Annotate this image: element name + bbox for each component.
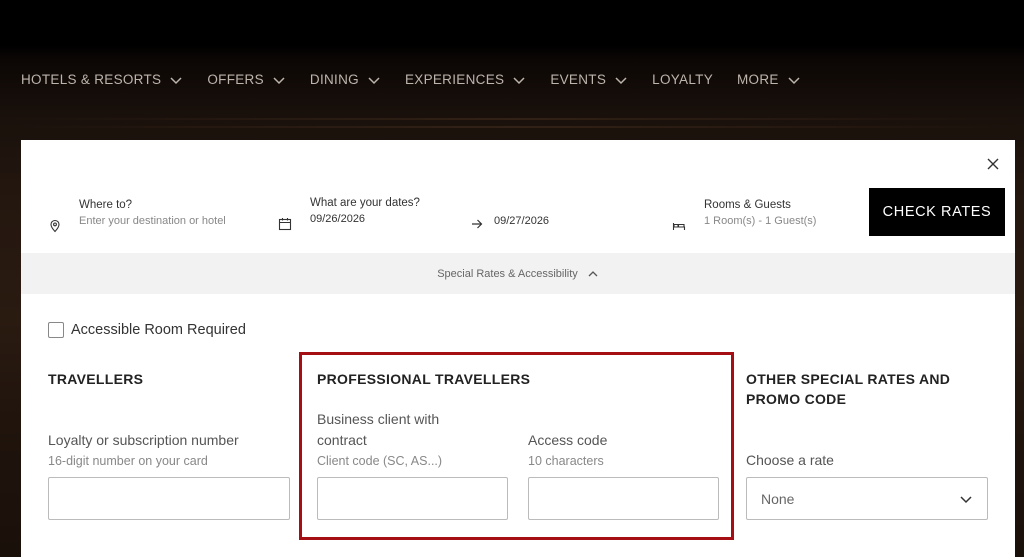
nav-item-label: MORE	[737, 72, 779, 87]
other-rates-title-line1: OTHER SPECIAL RATES AND	[746, 371, 951, 387]
chevron-down-icon	[615, 76, 627, 84]
choose-rate-label: Choose a rate	[746, 452, 834, 468]
close-icon	[987, 158, 999, 170]
nav-item-loyalty[interactable]: LOYALTY	[652, 72, 713, 87]
chevron-down-icon	[788, 76, 800, 84]
travellers-title: TRAVELLERS	[48, 371, 144, 387]
chevron-down-icon	[513, 76, 525, 84]
client-label-line2: contract	[317, 432, 367, 448]
nav-item-label: OFFERS	[207, 72, 264, 87]
special-rates-label: Special Rates & Accessibility	[437, 267, 578, 280]
close-button[interactable]	[981, 152, 1005, 176]
other-rates-title-line2: PROMO CODE	[746, 391, 847, 407]
search-bar: Where to? Enter your destination or hote…	[21, 185, 1015, 251]
arrow-right-icon	[472, 219, 483, 229]
nav-item-label: EXPERIENCES	[404, 72, 505, 87]
dates-field[interactable]: What are your dates? 09/26/2026 09/27/20…	[278, 197, 598, 231]
professional-travellers-title: PROFESSIONAL TRAVELLERS	[317, 371, 531, 387]
rate-select[interactable]: None	[746, 477, 988, 520]
loyalty-number-input[interactable]	[48, 477, 290, 520]
nav-item-label: HOTELS & RESORTS	[21, 72, 162, 87]
bed-icon	[672, 223, 686, 230]
client-label-line1: Business client with	[317, 411, 440, 427]
rate-select-value: None	[761, 490, 795, 507]
destination-label: Where to?	[79, 199, 133, 211]
chevron-down-icon	[368, 76, 380, 84]
rooms-guests-label: Rooms & Guests	[704, 199, 791, 211]
nav-item-experiences[interactable]: EXPERIENCES	[405, 72, 526, 87]
nav-item-label: DINING	[309, 72, 359, 87]
access-code-label: Access code	[528, 432, 608, 448]
calendar-icon	[278, 218, 292, 231]
access-code-hint: 10 characters	[528, 454, 604, 468]
loyalty-label: Loyalty or subscription number	[48, 432, 239, 448]
check-rates-button[interactable]: CHECK RATES	[869, 188, 1005, 236]
nav-item-events[interactable]: EVENTS	[550, 72, 628, 87]
booking-modal: Where to? Enter your destination or hote…	[21, 140, 1015, 557]
access-code-input[interactable]	[528, 477, 719, 520]
chevron-down-icon	[273, 76, 285, 84]
accessible-room-option[interactable]: Accessible Room Required	[48, 322, 246, 338]
nav-item-offers[interactable]: OFFERS	[207, 72, 286, 87]
destination-input[interactable]: Enter your destination or hotel	[79, 215, 226, 227]
special-rates-toggle[interactable]: Special Rates & Accessibility	[21, 253, 1015, 294]
nav-item-label: LOYALTY	[652, 72, 714, 87]
nav-item-hotels-resorts[interactable]: HOTELS & RESORTS	[21, 72, 183, 87]
location-pin-icon	[50, 219, 60, 233]
rooms-guests-field[interactable]: Rooms & Guests 1 Room(s) - 1 Guest(s)	[672, 199, 852, 233]
accessible-room-label: Accessible Room Required	[71, 322, 246, 338]
nav-item-dining[interactable]: DINING	[310, 72, 381, 87]
chevron-up-icon	[588, 270, 598, 276]
main-nav: HOTELS & RESORTS OFFERS DINING EXPERIENCES E…	[21, 72, 825, 87]
nav-item-more[interactable]: MORE	[737, 72, 801, 87]
rooms-guests-value: 1 Room(s) - 1 Guest(s)	[704, 215, 817, 227]
loyalty-hint: 16-digit number on your card	[48, 454, 208, 468]
client-code-hint: Client code (SC, AS...)	[317, 454, 443, 468]
dates-label: What are your dates?	[310, 197, 420, 209]
destination-field[interactable]: Where to? Enter your destination or hote…	[48, 199, 268, 233]
checkout-date[interactable]: 09/27/2026	[494, 215, 549, 227]
chevron-down-icon	[170, 76, 182, 84]
accessible-room-checkbox[interactable]	[48, 322, 64, 338]
nav-item-label: EVENTS	[550, 72, 607, 87]
client-code-input[interactable]	[317, 477, 508, 520]
chevron-down-icon	[960, 495, 972, 503]
